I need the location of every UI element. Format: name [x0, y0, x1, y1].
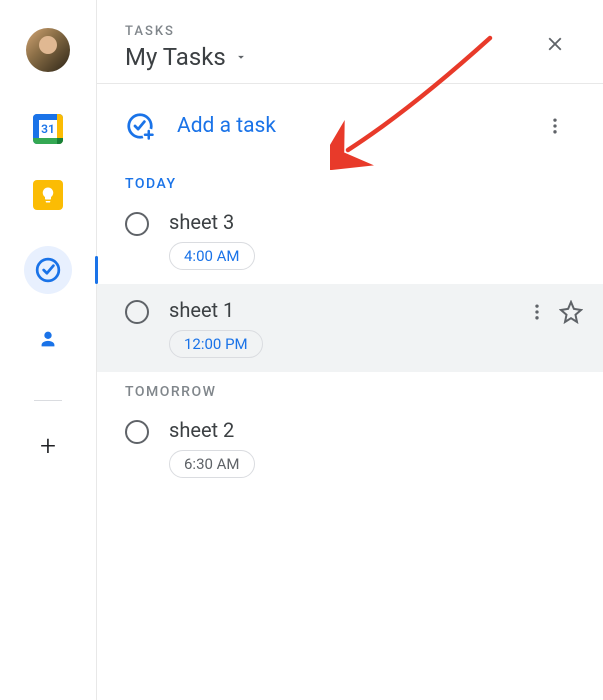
calendar-icon[interactable]: 31 [33, 114, 63, 144]
avatar[interactable] [26, 28, 70, 72]
task-row[interactable]: sheet 3 4:00 AM [97, 196, 603, 284]
task-time-chip[interactable]: 6:30 AM [169, 450, 255, 478]
task-more-button[interactable] [527, 302, 547, 322]
sidebar-divider [34, 400, 62, 401]
task-time-chip[interactable]: 4:00 AM [169, 242, 255, 270]
plus-icon[interactable]: + [40, 429, 56, 462]
add-task-icon [125, 111, 155, 141]
section-today: TODAY [97, 164, 603, 196]
task-title: sheet 3 [169, 210, 583, 234]
add-task-row[interactable]: Add a task [97, 84, 603, 164]
star-outline-icon [559, 300, 583, 324]
contacts-icon[interactable] [33, 324, 63, 354]
task-row[interactable]: sheet 1 12:00 PM [97, 284, 603, 372]
panel-more-button[interactable] [535, 106, 575, 146]
task-complete-circle[interactable] [125, 212, 149, 236]
close-icon [544, 33, 566, 55]
more-vert-icon [527, 302, 547, 322]
tasks-label: TASKS [125, 24, 535, 39]
task-title: sheet 1 [169, 298, 507, 322]
close-button[interactable] [535, 24, 575, 64]
panel-header: TASKS My Tasks [97, 0, 603, 84]
task-title: sheet 2 [169, 418, 583, 442]
svg-text:31: 31 [41, 122, 55, 136]
task-complete-circle[interactable] [125, 300, 149, 324]
task-time-chip[interactable]: 12:00 PM [169, 330, 263, 358]
list-selector[interactable]: My Tasks [125, 43, 535, 71]
task-complete-circle[interactable] [125, 420, 149, 444]
side-rail: 31 + [0, 0, 97, 700]
keep-icon[interactable] [33, 180, 63, 210]
star-button[interactable] [559, 300, 583, 324]
tasks-icon-active[interactable] [24, 246, 72, 294]
section-tomorrow: TOMORROW [97, 372, 603, 404]
add-task-label: Add a task [177, 114, 276, 138]
list-title: My Tasks [125, 43, 226, 71]
task-row[interactable]: sheet 2 6:30 AM [97, 404, 603, 492]
chevron-down-icon [234, 50, 248, 64]
tasks-panel: TASKS My Tasks Add a task [97, 0, 603, 700]
more-vert-icon [545, 116, 565, 136]
